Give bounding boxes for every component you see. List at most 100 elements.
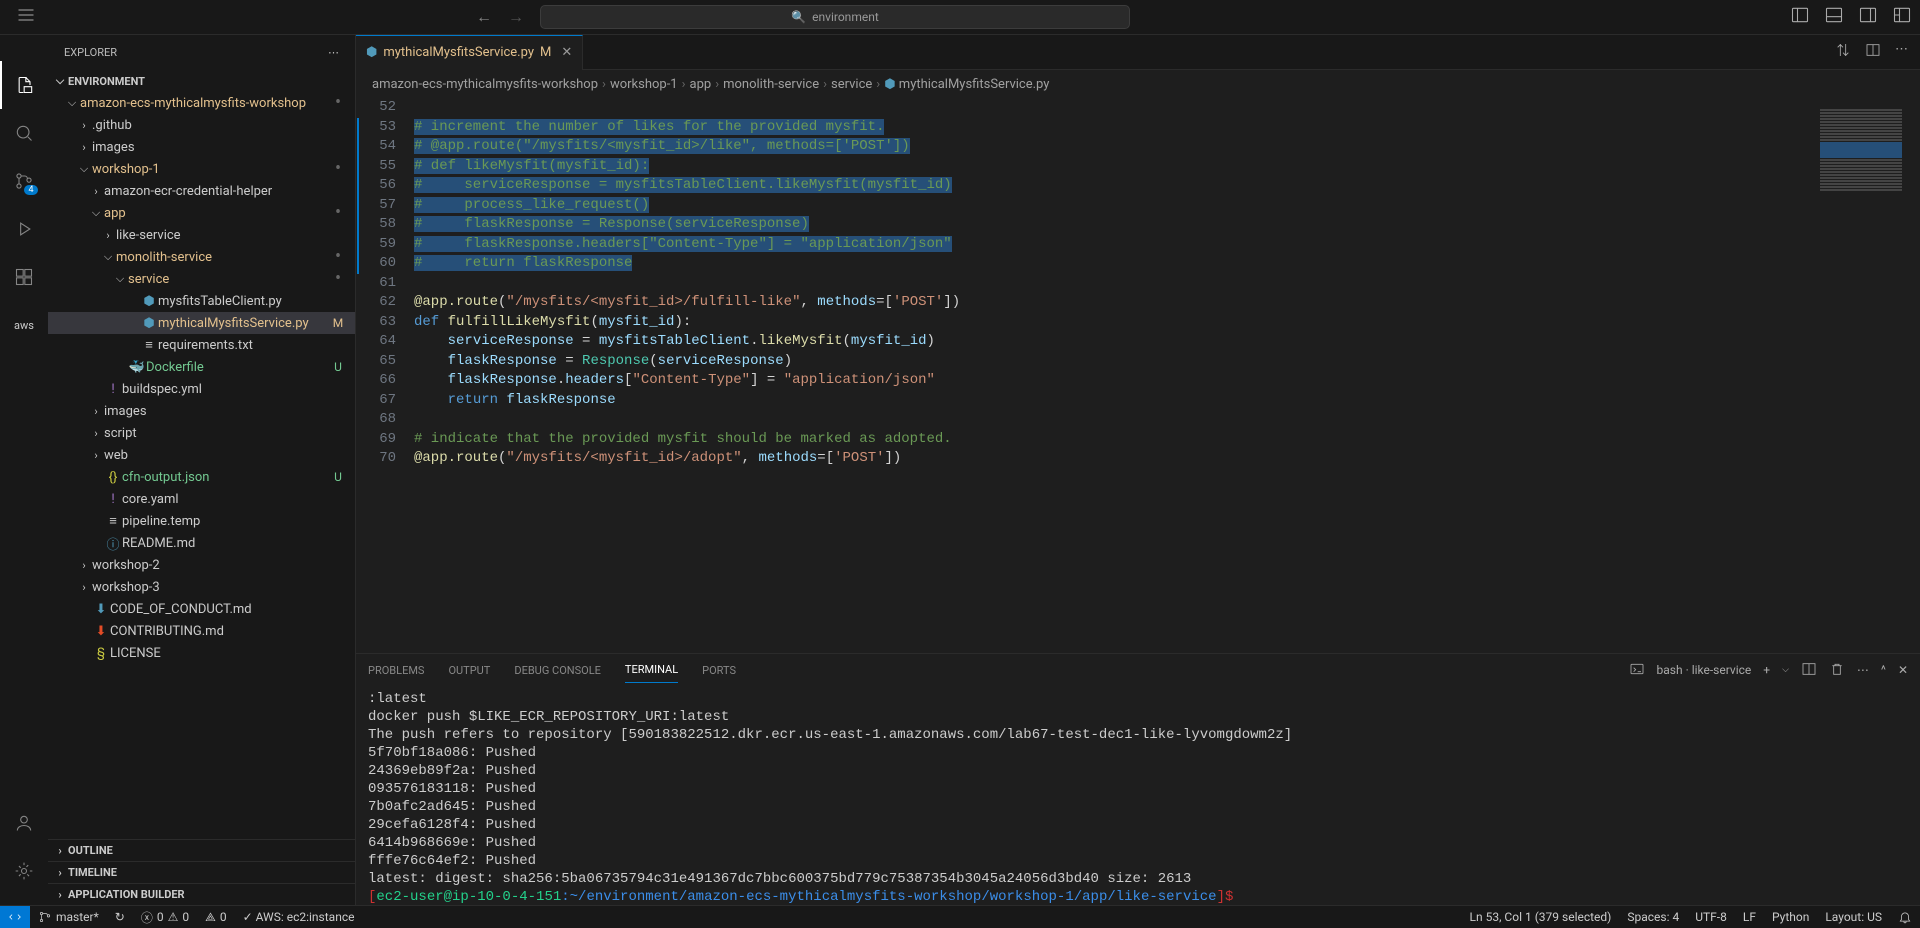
compare-changes-icon[interactable]: [1835, 42, 1851, 62]
panel-tabs: PROBLEMS OUTPUT DEBUG CONSOLE TERMINAL PORTS…: [356, 654, 1920, 686]
status-cursor-position[interactable]: Ln 53, Col 1 (379 selected): [1462, 906, 1620, 928]
tree-item[interactable]: ⌵amazon-ecs-mythicalmysfits-workshop•: [48, 92, 355, 114]
status-eol[interactable]: LF: [1735, 906, 1764, 928]
tree-item[interactable]: ›amazon-ecr-credential-helper: [48, 180, 355, 202]
tree-item[interactable]: 🐳DockerfileU: [48, 356, 355, 378]
tab-filename: mythicalMysfitsService.py: [383, 45, 534, 60]
activity-accounts[interactable]: [0, 799, 48, 847]
panel-tab-ports[interactable]: PORTS: [702, 658, 736, 683]
tree-item[interactable]: ›images: [48, 136, 355, 158]
appbuilder-section[interactable]: ›APPLICATION BUILDER: [48, 883, 355, 905]
terminal-new-icon[interactable]: +: [1763, 663, 1770, 677]
tree-item[interactable]: ⬇CODE_OF_CONDUCT.md: [48, 598, 355, 620]
activity-explorer[interactable]: [0, 61, 48, 109]
explorer-root-section[interactable]: ⌵ ENVIRONMENT: [48, 70, 355, 92]
status-sync[interactable]: ↻: [107, 906, 133, 928]
tree-item[interactable]: ›script: [48, 422, 355, 444]
activity-bar: 4 aws: [0, 35, 48, 905]
tree-item[interactable]: !buildspec.yml: [48, 378, 355, 400]
titlebar: ← → 🔍 environment: [0, 0, 1920, 35]
status-notifications-icon[interactable]: [1890, 906, 1920, 928]
editor-more-icon[interactable]: ⋯: [1895, 42, 1908, 62]
nav-forward-icon[interactable]: →: [508, 7, 524, 27]
breadcrumb-segment[interactable]: ⬢ mythicalMysfitsService.py: [884, 77, 1049, 92]
tree-item[interactable]: ›.github: [48, 114, 355, 136]
activity-extensions[interactable]: [0, 253, 48, 301]
breadcrumb-segment[interactable]: service: [831, 77, 872, 92]
activity-aws[interactable]: aws: [0, 301, 48, 349]
panel-maximize-icon[interactable]: ^: [1881, 663, 1886, 677]
terminal-split-icon[interactable]: [1801, 661, 1817, 680]
panel-tab-output[interactable]: OUTPUT: [448, 658, 490, 683]
activity-run-debug[interactable]: [0, 205, 48, 253]
tree-item[interactable]: ≡pipeline.temp: [48, 510, 355, 532]
status-branch[interactable]: master*: [30, 906, 107, 928]
status-language[interactable]: Python: [1764, 906, 1817, 928]
tree-item[interactable]: ⌵app•: [48, 202, 355, 224]
tree-item[interactable]: ⬢mythicalMysfitsService.pyM: [48, 312, 355, 334]
tree-item[interactable]: !core.yaml: [48, 488, 355, 510]
tree-item[interactable]: ›images: [48, 400, 355, 422]
code-content[interactable]: # increment the number of likes for the …: [414, 98, 1920, 653]
breadcrumb-segment[interactable]: app: [690, 77, 712, 92]
tree-item[interactable]: §LICENSE: [48, 642, 355, 664]
search-placeholder-text: environment: [812, 10, 879, 24]
terminal-output[interactable]: :latest docker push $LIKE_ECR_REPOSITORY…: [356, 686, 1920, 905]
activity-source-control[interactable]: 4: [0, 157, 48, 205]
breadcrumb-segment[interactable]: monolith-service: [723, 77, 819, 92]
terminal-dropdown-icon[interactable]: ⌵: [1782, 665, 1789, 675]
activity-search[interactable]: [0, 109, 48, 157]
app-menu-button[interactable]: [16, 5, 36, 29]
tab-close-icon[interactable]: ✕: [561, 45, 572, 60]
explorer-more-icon[interactable]: ⋯: [328, 46, 339, 59]
nav-back-icon[interactable]: ←: [476, 7, 492, 27]
status-ports[interactable]: ⟁0: [197, 906, 234, 928]
tree-item[interactable]: ›like-service: [48, 224, 355, 246]
file-tree[interactable]: ⌵amazon-ecs-mythicalmysfits-workshop•›.g…: [48, 92, 355, 839]
editor-tabs: ⬢ mythicalMysfitsService.py M ✕ ⋯: [356, 35, 1920, 70]
status-problems[interactable]: ⓧ0 ⚠0: [133, 906, 197, 928]
tree-item[interactable]: ≡requirements.txt: [48, 334, 355, 356]
tree-item[interactable]: ⌵monolith-service•: [48, 246, 355, 268]
panel-more-icon[interactable]: ⋯: [1857, 663, 1869, 677]
command-center-search[interactable]: 🔍 environment: [540, 5, 1130, 29]
python-file-icon: ⬢: [366, 45, 377, 60]
tree-item[interactable]: ⌵workshop-1•: [48, 158, 355, 180]
panel-tab-terminal[interactable]: TERMINAL: [625, 657, 678, 683]
layout-customize-icon[interactable]: [1892, 5, 1912, 29]
breadcrumb-segment[interactable]: workshop-1: [610, 77, 678, 92]
split-editor-icon[interactable]: [1865, 42, 1881, 62]
panel-section: PROBLEMS OUTPUT DEBUG CONSOLE TERMINAL PORTS…: [356, 653, 1920, 905]
statusbar: master* ↻ ⓧ0 ⚠0 ⟁0 ✓ AWS: ec2:instance L…: [0, 905, 1920, 928]
tree-item[interactable]: {}cfn-output.jsonU: [48, 466, 355, 488]
line-number-gutter: 52535455565758596061626364656667686970: [356, 98, 414, 653]
status-aws[interactable]: ✓ AWS: ec2:instance: [235, 906, 363, 928]
status-layout[interactable]: Layout: US: [1817, 906, 1890, 928]
tree-item[interactable]: ›web: [48, 444, 355, 466]
remote-indicator[interactable]: [0, 906, 30, 928]
terminal-name[interactable]: bash · like-service: [1657, 663, 1752, 677]
tree-item[interactable]: ⓘREADME.md: [48, 532, 355, 554]
tree-item[interactable]: ›workshop-2: [48, 554, 355, 576]
tree-item[interactable]: ⬇CONTRIBUTING.md: [48, 620, 355, 642]
breadcrumb-segment[interactable]: amazon-ecs-mythicalmysfits-workshop: [372, 77, 598, 92]
layout-toggle-left-icon[interactable]: [1790, 5, 1810, 29]
breadcrumb[interactable]: amazon-ecs-mythicalmysfits-workshop › wo…: [356, 70, 1920, 98]
tree-item[interactable]: ⬢mysfitsTableClient.py: [48, 290, 355, 312]
status-encoding[interactable]: UTF-8: [1687, 906, 1735, 928]
outline-section[interactable]: ›OUTLINE: [48, 839, 355, 861]
tab-active-file[interactable]: ⬢ mythicalMysfitsService.py M ✕: [356, 35, 583, 70]
panel-tab-problems[interactable]: PROBLEMS: [368, 658, 424, 683]
minimap[interactable]: [1816, 98, 1906, 653]
panel-tab-debug-console[interactable]: DEBUG CONSOLE: [514, 658, 601, 683]
terminal-kill-icon[interactable]: [1829, 661, 1845, 680]
status-indent[interactable]: Spaces: 4: [1619, 906, 1687, 928]
tree-item[interactable]: ›workshop-3: [48, 576, 355, 598]
activity-settings[interactable]: [0, 847, 48, 895]
layout-toggle-bottom-icon[interactable]: [1824, 5, 1844, 29]
tree-item[interactable]: ⌵service•: [48, 268, 355, 290]
layout-toggle-right-icon[interactable]: [1858, 5, 1878, 29]
tab-modified-badge: M: [540, 45, 551, 60]
timeline-section[interactable]: ›TIMELINE: [48, 861, 355, 883]
panel-close-icon[interactable]: ✕: [1898, 663, 1908, 677]
